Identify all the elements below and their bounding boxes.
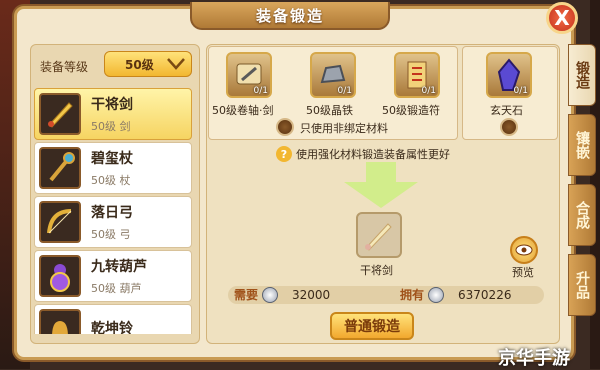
list-item[interactable]: 干将剑 50级 剑 (34, 88, 192, 140)
side-tabs: 锻造 镶嵌 合成 升品 (568, 44, 596, 324)
item-sub: 50级 杖 (91, 174, 131, 187)
hint: ? 使用强化材料锻造装备属性更好 (276, 146, 450, 162)
staff-icon (39, 147, 81, 189)
list-item[interactable]: 碧玺杖 50级 杖 (34, 142, 192, 194)
material-count: 0/1 (253, 86, 268, 96)
talisman-icon[interactable]: 0/1 (394, 52, 440, 98)
down-arrow-icon (344, 162, 418, 208)
cost-owned-label: 拥有 (400, 288, 425, 302)
item-sub: 50级 葫芦 (91, 282, 142, 295)
iron-ore-icon[interactable]: 0/1 (310, 52, 356, 98)
item-name: 九转葫芦 (91, 259, 147, 275)
cost-required-label: 需要 (234, 288, 259, 302)
cost-owned-value: 6370226 (458, 287, 512, 302)
material-name: 玄天石 (490, 104, 523, 117)
silver-coin-icon (428, 286, 445, 303)
list-item[interactable]: 落日弓 50级 弓 (34, 196, 192, 248)
tab-forge[interactable]: 锻造 (568, 44, 596, 106)
forge-button[interactable]: 普通锻造 (330, 312, 414, 340)
item-name: 乾坤铃 (91, 321, 133, 334)
material-name: 50级晶铁 (306, 104, 353, 117)
tab-inlay[interactable]: 镶嵌 (568, 114, 596, 176)
crystal-icon[interactable]: 0/1 (486, 52, 532, 98)
title-bar: 装备锻造 (190, 2, 390, 30)
level-select[interactable]: 50级 (104, 51, 192, 77)
list-item[interactable]: 九转葫芦 50级 葫芦 (34, 250, 192, 302)
tab-upgrade[interactable]: 升品 (568, 254, 596, 316)
item-name: 碧玺杖 (91, 151, 133, 167)
material-name: 50级锻造符 (382, 104, 440, 117)
list-item[interactable]: 乾坤铃 (34, 304, 192, 334)
nonbound-toggle[interactable] (276, 118, 294, 136)
material-count: 0/1 (513, 86, 528, 96)
close-icon: X (554, 6, 570, 30)
chevron-down-icon (167, 57, 185, 71)
target-name: 干将剑 (360, 264, 393, 277)
equipment-list[interactable]: 干将剑 50级 剑 碧玺杖 50级 杖 落日弓 50级 弓 九转葫芦 50级 葫… (34, 88, 194, 334)
hint-text: 使用强化材料锻造装备属性更好 (296, 148, 450, 161)
material-count: 0/1 (421, 86, 436, 96)
eye-icon (515, 244, 533, 256)
material-count: 0/1 (337, 86, 352, 96)
target-sword-icon[interactable] (356, 212, 402, 258)
watermark: 京华手游 (498, 348, 570, 369)
window-title: 装备锻造 (255, 6, 324, 25)
question-icon: ? (276, 146, 292, 162)
cost-required-value: 32000 (292, 287, 331, 302)
tab-synthesize[interactable]: 合成 (568, 184, 596, 246)
scroll-icon[interactable]: 0/1 (226, 52, 272, 98)
nonbound-label: 只使用非绑定材料 (300, 122, 388, 135)
level-select-value: 50级 (125, 57, 154, 72)
cost-required: 需要 32000 (234, 286, 330, 303)
preview-label: 预览 (512, 266, 534, 279)
bell-icon (39, 309, 81, 334)
item-sub: 50级 弓 (91, 228, 131, 241)
cost-owned: 拥有 6370226 (400, 286, 511, 303)
material-name: 50级卷轴·剑 (212, 104, 274, 117)
sword-icon (39, 93, 81, 135)
gourd-icon (39, 255, 81, 297)
preview-button[interactable] (510, 236, 538, 264)
level-filter-label: 装备等级 (40, 60, 89, 74)
bow-icon (39, 201, 81, 243)
silver-coin-icon (262, 286, 279, 303)
close-button[interactable]: X (546, 2, 578, 34)
item-name: 干将剑 (91, 97, 133, 113)
item-sub: 50级 剑 (91, 120, 131, 133)
item-name: 落日弓 (91, 205, 133, 221)
extra-material-toggle[interactable] (500, 118, 518, 136)
